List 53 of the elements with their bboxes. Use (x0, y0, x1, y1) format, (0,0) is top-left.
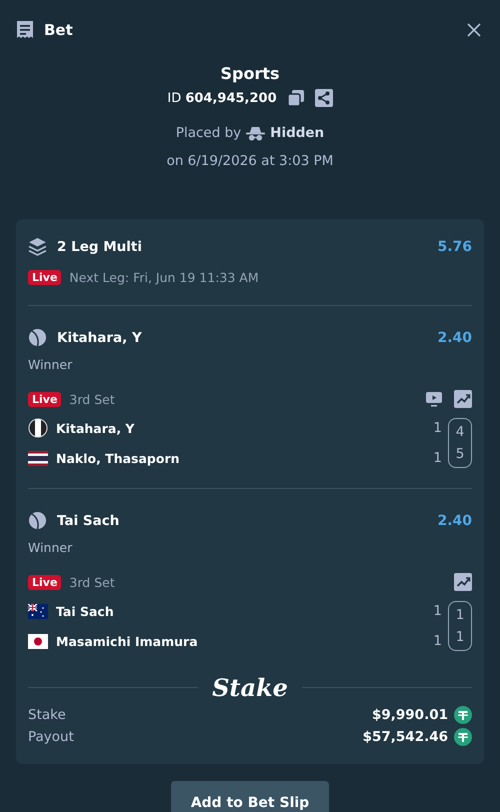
flag-icon (28, 604, 48, 618)
layers-icon (28, 237, 47, 256)
player-name: Kitahara, Y (56, 420, 134, 436)
placed-by-label: Placed by (176, 125, 242, 141)
match-status: 3rd Set (69, 392, 115, 406)
flag-icon (28, 634, 48, 648)
placed-by-user: Hidden (270, 125, 324, 141)
add-to-bet-slip-button[interactable]: Add to Bet Slip (170, 781, 330, 812)
selection-name: Tai Sach (57, 512, 120, 528)
match-status: 3rd Set (69, 574, 115, 590)
receipt-icon (16, 20, 34, 40)
live-badge: Live (28, 270, 62, 285)
set-score: 1 (433, 420, 442, 436)
placed-date: on 6/19/2026 at 3:03 PM (166, 153, 334, 169)
set-score: 1 (433, 603, 442, 619)
total-label: Payout (28, 729, 74, 745)
live-badge: Live (28, 392, 62, 406)
player-name: Naklo, Thasaporn (56, 450, 180, 466)
dialog-title: Bet (44, 21, 73, 39)
leg-odds: 2.40 (437, 512, 472, 528)
stats-button[interactable] (454, 390, 472, 408)
striped-flag-icon (28, 418, 48, 438)
close-button[interactable] (466, 22, 482, 38)
leg-odds: 2.40 (437, 330, 472, 346)
game-score-box: 4 5 (448, 418, 472, 468)
player-name: Tai Sach (56, 604, 114, 618)
bet-category: Sports (220, 64, 280, 83)
total-amount: $9,990.01 (372, 707, 448, 723)
set-score: 1 (433, 450, 442, 466)
bet-id: ID 604,945,200 (167, 90, 277, 106)
total-odds: 5.76 (437, 238, 472, 254)
tennis-ball-icon (28, 328, 47, 347)
incognito-icon (246, 126, 266, 140)
share-button[interactable] (314, 89, 333, 107)
stats-button[interactable] (454, 573, 472, 591)
live-badge: Live (28, 574, 62, 590)
flag-icon (28, 450, 48, 466)
game-score-box: 1 1 (448, 601, 472, 651)
selection-name: Kitahara, Y (57, 330, 142, 346)
tether-coin-icon (454, 728, 472, 746)
tether-coin-icon (454, 706, 472, 724)
total-amount: $57,542.46 (362, 729, 448, 745)
set-score: 1 (433, 633, 442, 649)
tennis-ball-icon (28, 511, 47, 530)
market-name: Winner (28, 540, 74, 555)
copy-button[interactable] (286, 89, 305, 107)
brand-logo: Stake (212, 673, 288, 702)
live-stream-button[interactable] (425, 390, 443, 408)
next-leg-time: Next Leg: Fri, Jun 19 11:33 AM (69, 270, 259, 285)
player-name: Masamichi Imamura (56, 634, 198, 648)
total-label: Stake (28, 707, 66, 723)
market-name: Winner (28, 357, 74, 372)
multi-title: 2 Leg Multi (57, 238, 142, 254)
